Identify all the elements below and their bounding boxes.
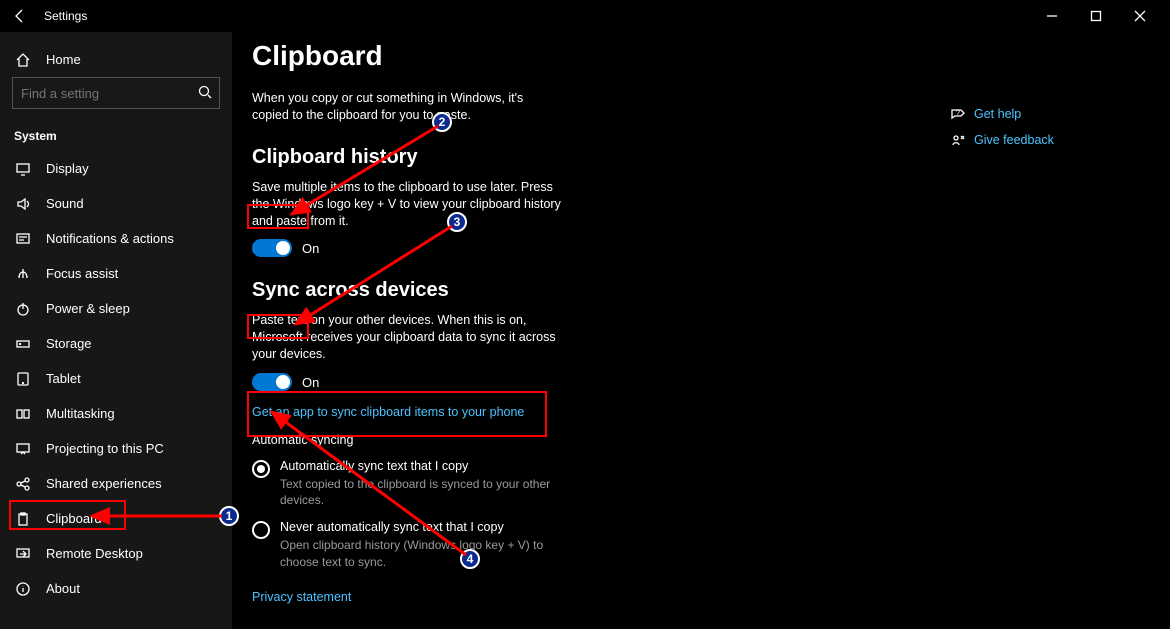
sidebar-item-label: Remote Desktop bbox=[46, 546, 143, 561]
maximize-button[interactable] bbox=[1074, 0, 1118, 32]
sidebar-item-projecting[interactable]: Projecting to this PC bbox=[0, 431, 232, 466]
projecting-icon bbox=[14, 440, 32, 458]
sidebar-item-clipboard[interactable]: Clipboard bbox=[0, 501, 232, 536]
sync-heading: Sync across devices bbox=[252, 279, 1170, 302]
sidebar-item-shared-experiences[interactable]: Shared experiences bbox=[0, 466, 232, 501]
sidebar-item-label: Tablet bbox=[46, 371, 81, 386]
radio-desc: Text copied to the clipboard is synced t… bbox=[280, 476, 580, 508]
svg-text:?: ? bbox=[956, 110, 960, 117]
feedback-icon bbox=[950, 132, 966, 148]
page-title: Clipboard bbox=[252, 40, 1170, 72]
focus-assist-icon bbox=[14, 265, 32, 283]
radio-label: Never automatically sync text that I cop… bbox=[280, 520, 580, 534]
sidebar-item-label: Display bbox=[46, 161, 89, 176]
sidebar-item-label: Notifications & actions bbox=[46, 231, 174, 246]
sidebar-home-label: Home bbox=[46, 52, 81, 67]
sidebar-item-label: Sound bbox=[46, 196, 84, 211]
sidebar-item-label: Shared experiences bbox=[46, 476, 162, 491]
privacy-link[interactable]: Privacy statement bbox=[252, 590, 351, 604]
sync-desc: Paste text on your other devices. When t… bbox=[252, 312, 562, 363]
radio-icon bbox=[252, 521, 270, 539]
sidebar-item-about[interactable]: About bbox=[0, 571, 232, 606]
search-input[interactable] bbox=[21, 86, 197, 101]
radio-label: Automatically sync text that I copy bbox=[280, 459, 580, 473]
history-toggle[interactable] bbox=[252, 239, 292, 257]
minimize-button[interactable] bbox=[1030, 0, 1074, 32]
auto-sync-label: Automatic syncing bbox=[252, 433, 1170, 447]
sidebar-item-notifications[interactable]: Notifications & actions bbox=[0, 221, 232, 256]
titlebar: Settings bbox=[0, 0, 1170, 32]
sidebar-item-display[interactable]: Display bbox=[0, 151, 232, 186]
display-icon bbox=[14, 160, 32, 178]
sidebar-item-storage[interactable]: Storage bbox=[0, 326, 232, 361]
sidebar-item-label: Storage bbox=[46, 336, 92, 351]
sidebar-item-label: Power & sleep bbox=[46, 301, 130, 316]
multitasking-icon bbox=[14, 405, 32, 423]
sidebar-item-multitasking[interactable]: Multitasking bbox=[0, 396, 232, 431]
remote-desktop-icon bbox=[14, 545, 32, 563]
sidebar-item-tablet[interactable]: Tablet bbox=[0, 361, 232, 396]
sync-app-link[interactable]: Get an app to sync clipboard items to yo… bbox=[252, 405, 524, 419]
sync-toggle[interactable] bbox=[252, 373, 292, 391]
power-icon bbox=[14, 300, 32, 318]
sound-icon bbox=[14, 195, 32, 213]
give-feedback-label: Give feedback bbox=[974, 133, 1054, 147]
history-desc: Save multiple items to the clipboard to … bbox=[252, 179, 562, 230]
sync-toggle-state: On bbox=[302, 375, 319, 390]
sidebar-home[interactable]: Home bbox=[0, 42, 232, 77]
content-pane: Clipboard When you copy or cut something… bbox=[232, 32, 1170, 629]
shared-icon bbox=[14, 475, 32, 493]
clipboard-icon bbox=[14, 510, 32, 528]
sidebar: Home System Display Sound Notifications … bbox=[0, 32, 232, 629]
sidebar-item-remote-desktop[interactable]: Remote Desktop bbox=[0, 536, 232, 571]
storage-icon bbox=[14, 335, 32, 353]
tablet-icon bbox=[14, 370, 32, 388]
search-input-wrap[interactable] bbox=[12, 77, 220, 109]
get-help-label: Get help bbox=[974, 107, 1021, 121]
sidebar-item-label: About bbox=[46, 581, 80, 596]
sidebar-item-label: Focus assist bbox=[46, 266, 118, 281]
sidebar-item-focus-assist[interactable]: Focus assist bbox=[0, 256, 232, 291]
page-intro: When you copy or cut something in Window… bbox=[252, 90, 562, 124]
sidebar-item-sound[interactable]: Sound bbox=[0, 186, 232, 221]
help-icon: ? bbox=[950, 106, 966, 122]
sidebar-section-label: System bbox=[0, 117, 232, 151]
back-button[interactable] bbox=[8, 4, 32, 28]
radio-auto-sync[interactable]: Automatically sync text that I copy Text… bbox=[252, 453, 1170, 514]
radio-icon bbox=[252, 460, 270, 478]
search-icon bbox=[197, 84, 213, 103]
sidebar-item-power-sleep[interactable]: Power & sleep bbox=[0, 291, 232, 326]
sidebar-item-label: Multitasking bbox=[46, 406, 115, 421]
home-icon bbox=[14, 51, 32, 69]
right-column: ? Get help Give feedback bbox=[950, 106, 1090, 158]
radio-never-sync[interactable]: Never automatically sync text that I cop… bbox=[252, 514, 1170, 575]
history-toggle-state: On bbox=[302, 241, 319, 256]
sidebar-item-label: Clipboard bbox=[46, 511, 102, 526]
give-feedback-link[interactable]: Give feedback bbox=[950, 132, 1090, 148]
sidebar-item-label: Projecting to this PC bbox=[46, 441, 164, 456]
about-icon bbox=[14, 580, 32, 598]
get-help-link[interactable]: ? Get help bbox=[950, 106, 1090, 122]
close-button[interactable] bbox=[1118, 0, 1162, 32]
notifications-icon bbox=[14, 230, 32, 248]
window-title: Settings bbox=[44, 9, 87, 23]
radio-desc: Open clipboard history (Windows logo key… bbox=[280, 537, 580, 569]
